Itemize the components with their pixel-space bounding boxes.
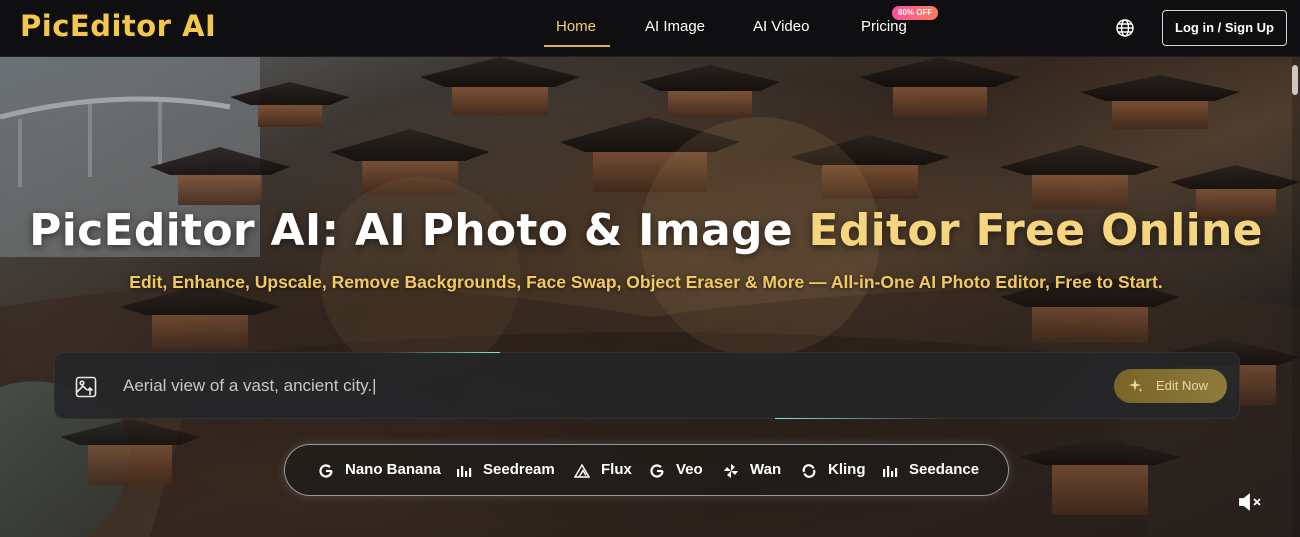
nav-ai-image[interactable]: AI Image bbox=[645, 18, 705, 35]
image-upload-icon[interactable] bbox=[75, 376, 97, 398]
edit-now-label: Edit Now bbox=[1156, 378, 1209, 393]
model-name: Seedance bbox=[909, 461, 980, 478]
login-signup-button[interactable]: Log in / Sign Up bbox=[1162, 10, 1287, 46]
nav-pricing[interactable]: Pricing bbox=[861, 18, 907, 35]
nav-ai-video[interactable]: AI Video bbox=[753, 18, 809, 35]
vertical-scrollbar[interactable] bbox=[1292, 57, 1300, 537]
pricing-discount-badge: 80% OFF bbox=[892, 6, 939, 20]
model-veo[interactable]: Veo bbox=[649, 445, 705, 497]
swirl-icon bbox=[802, 464, 816, 478]
model-name: Wan bbox=[750, 461, 782, 478]
triangle-icon bbox=[574, 463, 590, 478]
edit-now-button[interactable]: Edit Now bbox=[1114, 369, 1227, 403]
active-nav-indicator bbox=[544, 45, 610, 47]
prompt-glow-top bbox=[385, 352, 500, 353]
sparkle-icon bbox=[1129, 379, 1143, 392]
model-name: Veo bbox=[676, 461, 703, 478]
model-name: Seedream bbox=[483, 461, 555, 478]
page-subtitle: Edit, Enhance, Upscale, Remove Backgroun… bbox=[129, 272, 1163, 292]
prompt-glow-bottom bbox=[775, 418, 945, 419]
model-name: Flux bbox=[601, 461, 632, 478]
model-seedance[interactable]: Seedance bbox=[882, 445, 984, 497]
model-name: Kling bbox=[828, 461, 866, 478]
globe-icon[interactable] bbox=[1115, 18, 1135, 38]
hero-section: PicEditor AI: AI Photo & Image Editor Fr… bbox=[0, 57, 1300, 537]
model-nano-banana[interactable]: Nano Banana bbox=[318, 445, 441, 497]
model-seedream[interactable]: Seedream bbox=[456, 445, 558, 497]
model-flux[interactable]: Flux bbox=[574, 445, 634, 497]
model-kling[interactable]: Kling bbox=[801, 445, 866, 497]
model-name: Nano Banana bbox=[345, 461, 441, 478]
google-g-icon bbox=[319, 464, 333, 478]
prompt-box: Edit Now bbox=[54, 352, 1240, 419]
google-g-icon bbox=[650, 464, 664, 478]
bars-icon bbox=[883, 466, 898, 477]
page-title: PicEditor AI: AI Photo & Image Editor Fr… bbox=[0, 205, 1292, 256]
nav-home[interactable]: Home bbox=[556, 18, 596, 35]
page-title-part-2: Editor Free Online bbox=[808, 205, 1263, 256]
model-wan[interactable]: Wan bbox=[723, 445, 783, 497]
prompt-input[interactable] bbox=[123, 371, 1083, 401]
pinwheel-icon bbox=[724, 464, 738, 478]
top-navigation: PicEditor AI Home AI Image AI Video Pric… bbox=[0, 0, 1300, 57]
scrollbar-thumb[interactable] bbox=[1292, 65, 1298, 95]
nav-links: Home AI Image AI Video Pricing 80% OFF bbox=[0, 0, 1300, 57]
page-title-part-1: PicEditor AI: AI Photo & Image bbox=[29, 205, 809, 256]
model-selector: Nano Banana Seedream Flux Veo Wan Kling … bbox=[284, 444, 1009, 496]
speaker-muted-icon[interactable] bbox=[1238, 492, 1264, 512]
bars-icon bbox=[457, 466, 472, 477]
